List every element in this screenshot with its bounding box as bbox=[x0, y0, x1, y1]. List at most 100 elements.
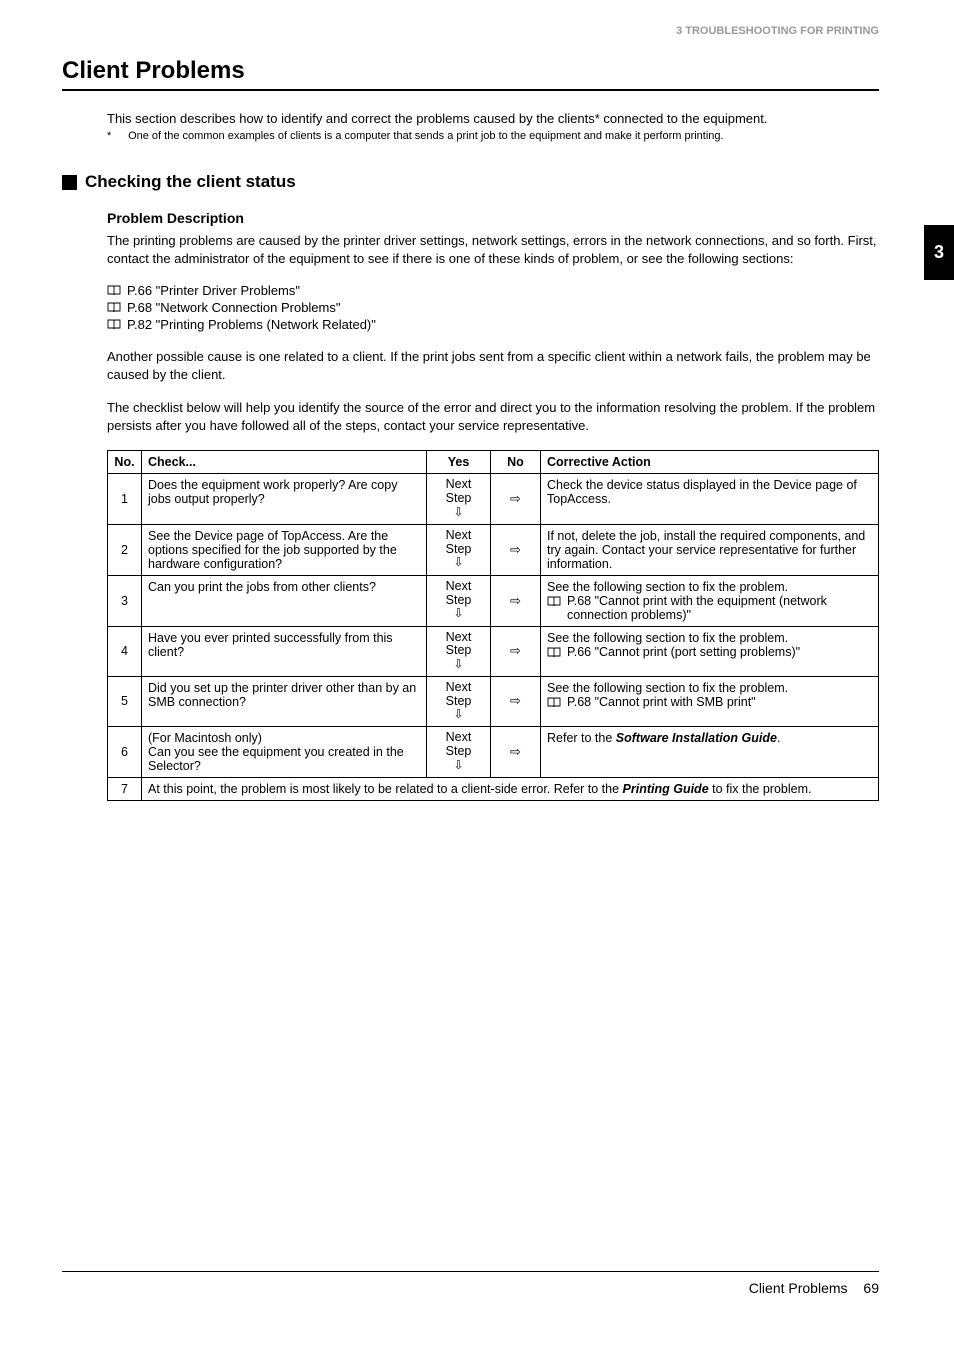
action-text: See the following section to fix the pro… bbox=[547, 631, 872, 645]
action-reference[interactable]: P.68 "Cannot print with SMB print" bbox=[547, 695, 872, 709]
paragraph-1: The printing problems are caused by the … bbox=[107, 232, 879, 267]
no-cell: ⇨ bbox=[491, 524, 541, 575]
footer-title: Client Problems bbox=[749, 1280, 848, 1296]
paragraph-2: Another possible cause is one related to… bbox=[107, 348, 879, 383]
body-block: Problem Description The printing problem… bbox=[107, 210, 879, 801]
arrow-down-icon: ⇩ bbox=[453, 758, 463, 772]
th-yes: Yes bbox=[427, 451, 491, 474]
action-cell: See the following section to fix the pro… bbox=[541, 575, 879, 626]
table-row: 4Have you ever printed successfully from… bbox=[108, 626, 879, 676]
page-header: 3 TROUBLESHOOTING FOR PRINTING bbox=[0, 0, 954, 37]
action-text: If not, delete the job, install the requ… bbox=[547, 529, 872, 571]
action-reference-text: P.68 "Cannot print with the equipment (n… bbox=[567, 594, 872, 622]
check-cell: Can you print the jobs from other client… bbox=[142, 575, 427, 626]
main-title: Client Problems bbox=[62, 57, 879, 91]
no-cell: ⇨ bbox=[491, 474, 541, 524]
action-cell: Refer to the Software Installation Guide… bbox=[541, 727, 879, 778]
footer-page-number: 69 bbox=[863, 1280, 879, 1296]
chapter-tab-number: 3 bbox=[934, 242, 944, 263]
section-heading-text: Checking the client status bbox=[85, 172, 296, 192]
arrow-right-icon: ⇨ bbox=[510, 593, 521, 608]
action-cell: See the following section to fix the pro… bbox=[541, 676, 879, 726]
table-header-row: No. Check... Yes No Corrective Action bbox=[108, 451, 879, 474]
checklist-table: No. Check... Yes No Corrective Action 1D… bbox=[107, 450, 879, 801]
yes-cell: Next Step⇩ bbox=[427, 727, 491, 778]
yes-cell: Next Step⇩ bbox=[427, 626, 491, 676]
table-row: 5Did you set up the printer driver other… bbox=[108, 676, 879, 726]
row-number: 7 bbox=[108, 778, 142, 801]
problem-description-heading: Problem Description bbox=[107, 210, 879, 226]
th-no: No. bbox=[108, 451, 142, 474]
check-cell: (For Macintosh only) Can you see the equ… bbox=[142, 727, 427, 778]
section-heading: Checking the client status bbox=[62, 172, 879, 192]
book-icon bbox=[107, 285, 121, 296]
book-icon bbox=[547, 596, 561, 607]
next-step-label: Next Step⇩ bbox=[433, 529, 484, 570]
check-cell: Does the equipment work properly? Are co… bbox=[142, 474, 427, 524]
action-text: Check the device status displayed in the… bbox=[547, 478, 872, 506]
next-step-label: Next Step⇩ bbox=[433, 478, 484, 519]
arrow-right-icon: ⇨ bbox=[510, 542, 521, 557]
reference-text: P.66 "Printer Driver Problems" bbox=[127, 283, 300, 298]
reference-item[interactable]: P.82 "Printing Problems (Network Related… bbox=[107, 317, 879, 332]
reference-item[interactable]: P.68 "Network Connection Problems" bbox=[107, 300, 879, 315]
intro-text: This section describes how to identify a… bbox=[107, 111, 879, 126]
action-cell: Check the device status displayed in the… bbox=[541, 474, 879, 524]
table-row-final: 7At this point, the problem is most like… bbox=[108, 778, 879, 801]
th-action: Corrective Action bbox=[541, 451, 879, 474]
th-no-col: No bbox=[491, 451, 541, 474]
action-text: See the following section to fix the pro… bbox=[547, 580, 872, 594]
yes-cell: Next Step⇩ bbox=[427, 575, 491, 626]
table-row: 3Can you print the jobs from other clien… bbox=[108, 575, 879, 626]
arrow-down-icon: ⇩ bbox=[453, 555, 463, 569]
th-check: Check... bbox=[142, 451, 427, 474]
arrow-right-icon: ⇨ bbox=[510, 491, 521, 506]
next-step-label: Next Step⇩ bbox=[433, 731, 484, 772]
row-number: 5 bbox=[108, 676, 142, 726]
paragraph-3: The checklist below will help you identi… bbox=[107, 399, 879, 434]
arrow-down-icon: ⇩ bbox=[453, 657, 463, 671]
book-icon bbox=[547, 697, 561, 708]
page-content: Client Problems This section describes h… bbox=[0, 37, 954, 801]
action-cell: If not, delete the job, install the requ… bbox=[541, 524, 879, 575]
no-cell: ⇨ bbox=[491, 575, 541, 626]
next-step-label: Next Step⇩ bbox=[433, 580, 484, 621]
no-cell: ⇨ bbox=[491, 676, 541, 726]
book-icon bbox=[107, 319, 121, 330]
table-row: 1Does the equipment work properly? Are c… bbox=[108, 474, 879, 524]
reference-text: P.82 "Printing Problems (Network Related… bbox=[127, 317, 376, 332]
row-number: 1 bbox=[108, 474, 142, 524]
chapter-tab: 3 bbox=[924, 225, 954, 280]
no-cell: ⇨ bbox=[491, 727, 541, 778]
action-reference[interactable]: P.66 "Cannot print (port setting problem… bbox=[547, 645, 872, 659]
no-cell: ⇨ bbox=[491, 626, 541, 676]
yes-cell: Next Step⇩ bbox=[427, 676, 491, 726]
check-cell: See the Device page of TopAccess. Are th… bbox=[142, 524, 427, 575]
check-cell: Have you ever printed successfully from … bbox=[142, 626, 427, 676]
table-row: 2See the Device page of TopAccess. Are t… bbox=[108, 524, 879, 575]
action-cell: See the following section to fix the pro… bbox=[541, 626, 879, 676]
action-text: See the following section to fix the pro… bbox=[547, 681, 872, 695]
arrow-down-icon: ⇩ bbox=[453, 707, 463, 721]
arrow-down-icon: ⇩ bbox=[453, 505, 463, 519]
action-reference[interactable]: P.68 "Cannot print with the equipment (n… bbox=[547, 594, 872, 622]
reference-text: P.68 "Network Connection Problems" bbox=[127, 300, 340, 315]
row-number: 2 bbox=[108, 524, 142, 575]
row-number: 6 bbox=[108, 727, 142, 778]
asterisk: * bbox=[107, 130, 125, 142]
action-reference-text: P.66 "Cannot print (port setting problem… bbox=[567, 645, 800, 659]
next-step-label: Next Step⇩ bbox=[433, 631, 484, 672]
final-row-text: At this point, the problem is most likel… bbox=[142, 778, 879, 801]
reference-item[interactable]: P.66 "Printer Driver Problems" bbox=[107, 283, 879, 298]
footnote: * One of the common examples of clients … bbox=[107, 130, 879, 142]
book-icon bbox=[547, 647, 561, 658]
arrow-down-icon: ⇩ bbox=[453, 606, 463, 620]
footnote-text: One of the common examples of clients is… bbox=[128, 130, 724, 142]
arrow-right-icon: ⇨ bbox=[510, 643, 521, 658]
yes-cell: Next Step⇩ bbox=[427, 474, 491, 524]
reference-list: P.66 "Printer Driver Problems" P.68 "Netw… bbox=[107, 283, 879, 332]
yes-cell: Next Step⇩ bbox=[427, 524, 491, 575]
header-section-label: 3 TROUBLESHOOTING FOR PRINTING bbox=[676, 25, 879, 37]
next-step-label: Next Step⇩ bbox=[433, 681, 484, 722]
check-cell: Did you set up the printer driver other … bbox=[142, 676, 427, 726]
